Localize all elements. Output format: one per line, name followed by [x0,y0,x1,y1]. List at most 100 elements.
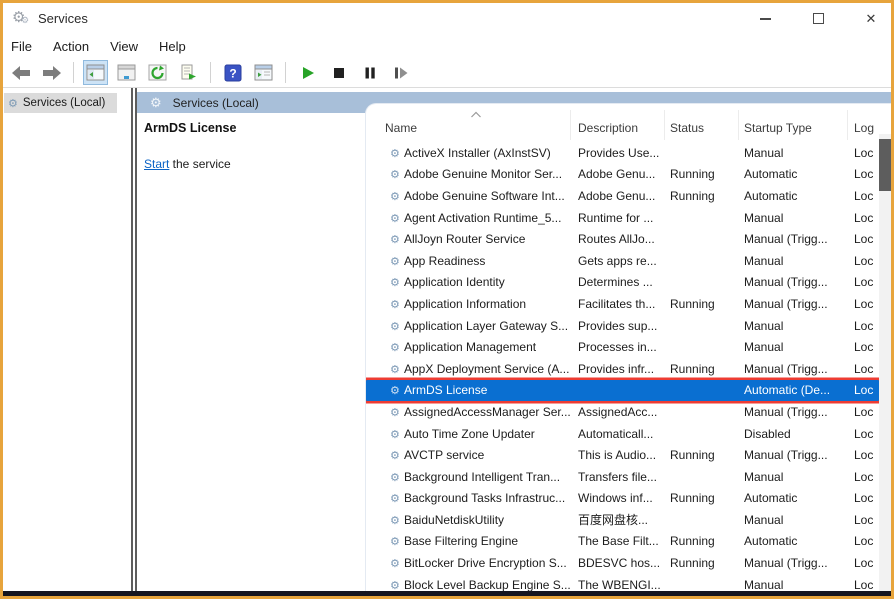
pause-icon [362,65,378,81]
start-service-button[interactable] [295,60,320,85]
vertical-scrollbar[interactable] [879,134,891,591]
tree-item-services-local[interactable]: ⚙ Services (Local) [4,93,117,113]
service-name-cell: App Readiness [404,254,578,268]
extended-view-button[interactable] [251,60,276,85]
column-header-description[interactable]: Description [578,121,638,135]
service-gear-icon: ⚙ [366,340,404,354]
table-row[interactable]: ⚙Adobe Genuine Software Int...Adobe Genu… [366,185,879,207]
menu-file[interactable]: File [11,39,32,54]
console-tree-pane: ⚙ Services (Local) [3,88,131,591]
column-header-log-on-as[interactable]: Log [854,121,874,135]
column-separator[interactable] [738,110,739,140]
table-row[interactable]: ⚙ArmDS LicenseAutomatic (De...Loc [366,380,879,402]
export-list-button[interactable] [176,60,201,85]
table-row[interactable]: ⚙BaiduNetdiskUtility百度网盘核...ManualLoc [366,509,879,531]
service-name-cell: AssignedAccessManager Ser... [404,405,578,419]
service-log-on-as-cell: Loc [854,491,879,505]
service-description-cell: Provides infr... [578,362,670,376]
service-startup-type-cell: Manual (Trigg... [744,405,854,419]
menu-action[interactable]: Action [53,39,89,54]
table-row[interactable]: ⚙ActiveX Installer (AxInstSV)Provides Us… [366,142,879,164]
column-header-status[interactable]: Status [670,121,704,135]
table-row[interactable]: ⚙AllJoyn Router ServiceRoutes AllJo...Ma… [366,228,879,250]
forward-button[interactable] [39,60,64,85]
table-row[interactable]: ⚙Background Intelligent Tran...Transfers… [366,466,879,488]
service-name-cell: Application Layer Gateway S... [404,319,578,333]
refresh-button[interactable] [145,60,170,85]
service-gear-icon: ⚙ [366,405,404,419]
table-row[interactable]: ⚙Application InformationFacilitates th..… [366,293,879,315]
pause-service-button[interactable] [357,60,382,85]
service-status-cell: Running [670,556,744,570]
extended-view-icon [254,64,273,81]
table-row[interactable]: ⚙BitLocker Drive Encryption S...BDESVC h… [366,552,879,574]
back-arrow-icon [11,65,31,81]
table-row[interactable]: ⚙Application ManagementProcesses in...Ma… [366,336,879,358]
service-gear-icon: ⚙ [366,275,404,289]
service-name-cell: Adobe Genuine Software Int... [404,189,578,203]
column-header-startup-type[interactable]: Startup Type [744,121,812,135]
service-description-cell: AssignedAcc... [578,405,670,419]
table-row[interactable]: ⚙Background Tasks Infrastruc...Windows i… [366,488,879,510]
start-service-link[interactable]: Start [144,157,169,171]
service-status-cell: Running [670,448,744,462]
service-gear-icon: ⚙ [366,383,404,397]
column-header-name[interactable]: Name [385,121,417,135]
service-gear-icon: ⚙ [366,319,404,333]
service-startup-type-cell: Manual (Trigg... [744,448,854,462]
back-button[interactable] [8,60,33,85]
service-log-on-as-cell: Loc [854,340,879,354]
maximize-button[interactable] [810,11,826,27]
menu-help[interactable]: Help [159,39,186,54]
service-log-on-as-cell: Loc [854,232,879,246]
service-description-cell: Adobe Genu... [578,167,670,181]
service-gear-icon: ⚙ [366,427,404,441]
service-name-cell: Agent Activation Runtime_5... [404,211,578,225]
table-row[interactable]: ⚙Auto Time Zone UpdaterAutomaticall...Di… [366,423,879,445]
table-row[interactable]: ⚙App ReadinessGets apps re...ManualLoc [366,250,879,272]
service-startup-type-cell: Automatic [744,167,854,181]
table-row[interactable]: ⚙AssignedAccessManager Ser...AssignedAcc… [366,401,879,423]
scrollbar-thumb[interactable] [879,139,891,191]
table-row[interactable]: ⚙Application Layer Gateway S...Provides … [366,315,879,337]
table-row[interactable]: ⚙Application IdentityDetermines ...Manua… [366,272,879,294]
console-tree-icon [86,64,105,81]
column-separator[interactable] [664,110,665,140]
service-name-cell: AppX Deployment Service (A... [404,362,578,376]
main-area: ⚙ Services (Local) ⚙ Services (Local) Ar… [3,88,891,591]
minimize-button[interactable] [757,11,773,27]
menu-view[interactable]: View [110,39,138,54]
service-name-cell: ArmDS License [404,383,578,397]
table-row[interactable]: ⚙Agent Activation Runtime_5...Runtime fo… [366,207,879,229]
selected-service-name: ArmDS License [144,121,236,135]
table-row[interactable]: ⚙AppX Deployment Service (A...Provides i… [366,358,879,380]
service-startup-type-cell: Manual (Trigg... [744,362,854,376]
services-list-panel: Name Description Status Startup Type Log… [365,103,891,591]
restart-icon [392,65,409,81]
service-gear-icon: ⚙ [366,254,404,268]
show-console-tree-button[interactable] [83,60,108,85]
service-log-on-as-cell: Loc [854,556,879,570]
service-startup-type-cell: Manual [744,513,854,527]
column-separator[interactable] [570,110,571,140]
stop-service-button[interactable] [326,60,351,85]
help-button[interactable]: ? [220,60,245,85]
service-log-on-as-cell: Loc [854,470,879,484]
service-log-on-as-cell: Loc [854,578,879,591]
service-action-line: Start the service [144,157,236,171]
table-row[interactable]: ⚙Adobe Genuine Monitor Ser...Adobe Genu.… [366,164,879,186]
properties-button[interactable] [114,60,139,85]
column-separator[interactable] [847,110,848,140]
table-row[interactable]: ⚙Base Filtering EngineThe Base Filt...Ru… [366,531,879,553]
service-description-cell: BDESVC hos... [578,556,670,570]
restart-service-button[interactable] [388,60,413,85]
table-row[interactable]: ⚙Block Level Backup Engine S...The WBENG… [366,574,879,591]
service-log-on-as-cell: Loc [854,405,879,419]
service-status-cell: Running [670,189,744,203]
table-row[interactable]: ⚙AVCTP serviceThis is Audio...RunningMan… [366,444,879,466]
export-list-icon [179,64,198,81]
service-startup-type-cell: Manual (Trigg... [744,232,854,246]
service-status-cell: Running [670,362,744,376]
close-button[interactable]: ✕ [863,11,879,27]
extended-view-pane: ⚙ Services (Local) ArmDS License Start t… [137,88,891,591]
